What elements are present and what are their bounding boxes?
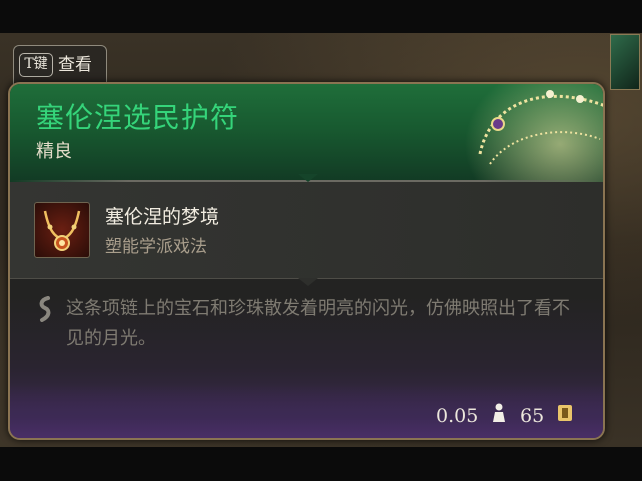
item-tooltip: 塞伦涅选民护符 精良 塞伦涅的梦境 塑能学派戏法 这条项链上的宝石和珍珠散发着明…: [8, 82, 605, 440]
letterbox-bottom: [0, 447, 642, 481]
t-key-badge: T键: [19, 53, 53, 77]
spell-name: 塞伦涅的梦境: [105, 206, 220, 228]
price-value: 65: [520, 405, 545, 427]
header-notch: [298, 174, 318, 182]
item-description: 这条项链上的宝石和珍珠散发着明亮的闪光，仿佛映照出了看不见的月光。: [66, 298, 570, 349]
item-name: 塞伦涅选民护符: [36, 101, 240, 134]
spell-notch: [298, 278, 318, 286]
tooltip-footer: [10, 384, 603, 438]
tooltip-header: 塞伦涅选民护符 精良: [10, 84, 603, 224]
inspect-label: 查看: [58, 55, 92, 75]
item-thumbnail[interactable]: [610, 34, 640, 90]
quote-scroll-icon: [39, 296, 51, 322]
letterbox-top: [0, 0, 642, 33]
spell-icon[interactable]: [34, 202, 90, 258]
weight-icon: [493, 403, 505, 422]
spell-row[interactable]: 塞伦涅的梦境 塑能学派戏法: [10, 182, 603, 278]
weight-value: 0.05: [436, 405, 479, 427]
spell-school: 塑能学派戏法: [105, 237, 207, 257]
gold-coin-icon: [558, 405, 572, 421]
item-rarity: 精良: [36, 141, 72, 162]
necklace-spell-icon: [43, 210, 81, 251]
